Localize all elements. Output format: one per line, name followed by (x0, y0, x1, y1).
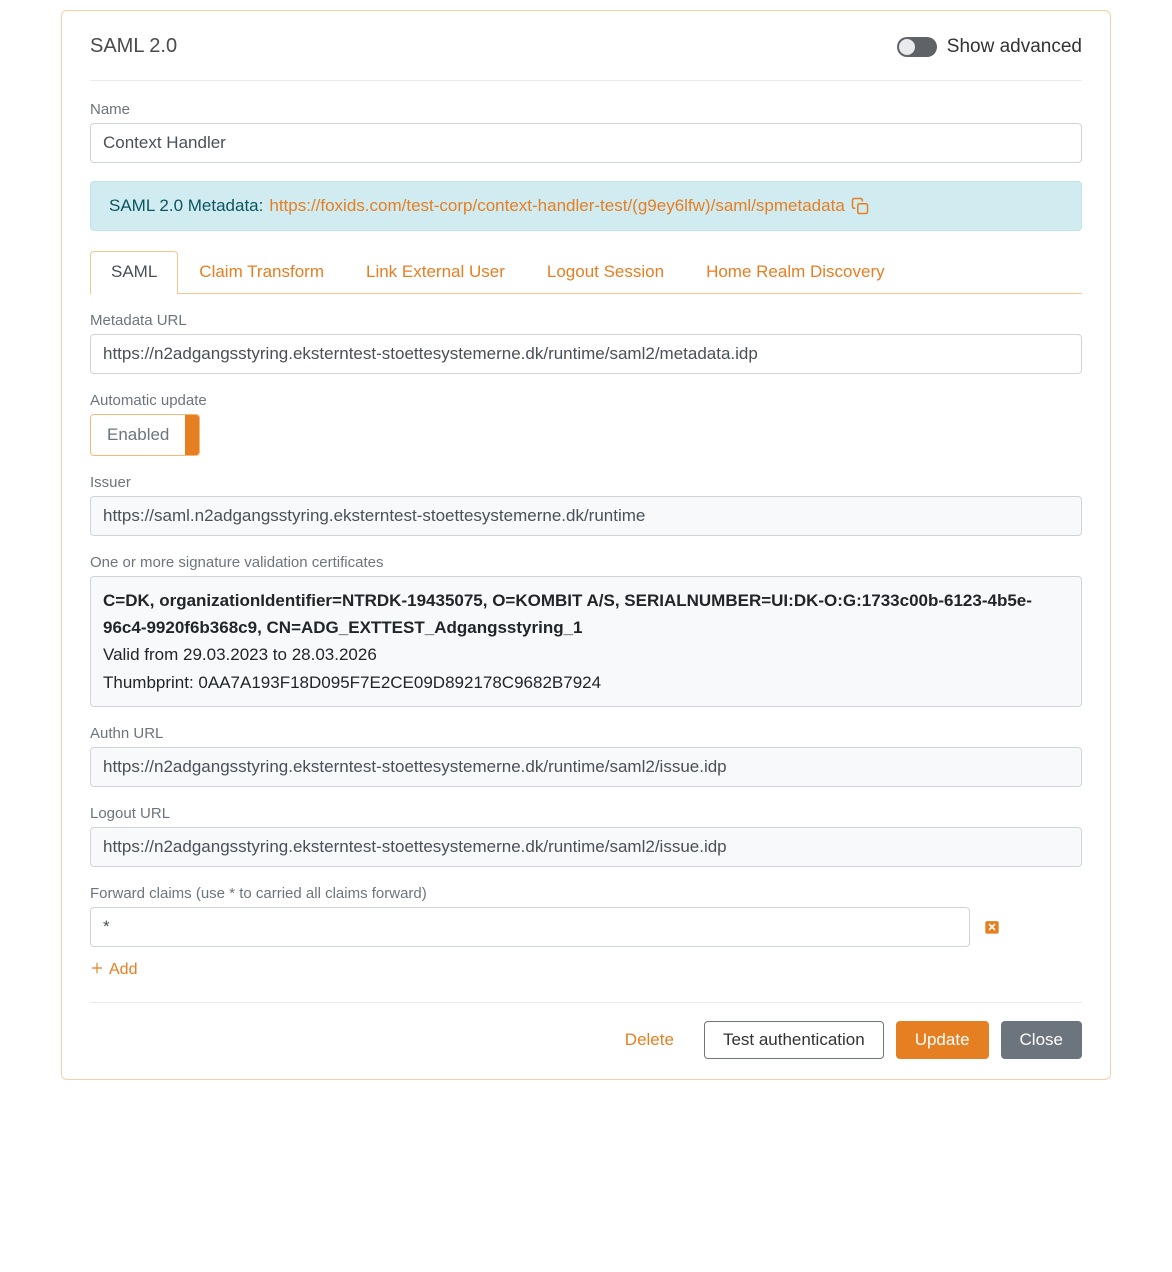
authn-url-label: Authn URL (90, 725, 1082, 742)
toggle-knob-icon (899, 39, 915, 55)
metadata-url-input[interactable] (90, 334, 1082, 374)
saml-config-panel: SAML 2.0 Show advanced Name SAML 2.0 Met… (61, 10, 1111, 1080)
panel-title: SAML 2.0 (90, 35, 177, 58)
certificate-thumbprint: Thumbprint: 0AA7A193F18D095F7E2CE09D8921… (103, 669, 1069, 696)
metadata-banner: SAML 2.0 Metadata: https://foxids.com/te… (90, 181, 1082, 231)
show-advanced-toggle[interactable] (897, 37, 937, 57)
toggle-bar-icon (185, 415, 199, 455)
remove-claim-icon[interactable] (982, 917, 1002, 937)
authn-url-value: https://n2adgangsstyring.eksterntest-sto… (90, 747, 1082, 787)
update-button[interactable]: Update (896, 1021, 989, 1059)
name-input[interactable] (90, 123, 1082, 163)
forward-claims-label: Forward claims (use * to carried all cla… (90, 885, 1082, 902)
name-label: Name (90, 101, 1082, 118)
panel-header: SAML 2.0 Show advanced (90, 35, 1082, 81)
logout-url-label: Logout URL (90, 805, 1082, 822)
logout-url-group: Logout URL https://n2adgangsstyring.ekst… (90, 805, 1082, 867)
footer-actions: Delete Test authentication Update Close (90, 1002, 1082, 1059)
metadata-banner-link[interactable]: https://foxids.com/test-corp/context-han… (269, 196, 844, 216)
tab-logout-session[interactable]: Logout Session (526, 251, 685, 294)
test-authentication-button[interactable]: Test authentication (704, 1021, 884, 1059)
certificate-item[interactable]: C=DK, organizationIdentifier=NTRDK-19435… (90, 576, 1082, 707)
certificates-group: One or more signature validation certifi… (90, 554, 1082, 707)
auto-update-value: Enabled (91, 415, 185, 455)
metadata-url-group: Metadata URL (90, 312, 1082, 374)
tab-home-realm-discovery[interactable]: Home Realm Discovery (685, 251, 906, 294)
issuer-value: https://saml.n2adgangsstyring.eksterntes… (90, 496, 1082, 536)
tab-claim-transform[interactable]: Claim Transform (178, 251, 345, 294)
certificate-validity: Valid from 29.03.2023 to 28.03.2026 (103, 641, 1069, 668)
add-claim-label: Add (109, 961, 137, 979)
forward-claims-row (90, 907, 1082, 947)
forward-claims-group: Forward claims (use * to carried all cla… (90, 885, 1082, 947)
show-advanced-label: Show advanced (947, 36, 1082, 58)
delete-button[interactable]: Delete (607, 1022, 692, 1058)
tab-bar: SAML Claim Transform Link External User … (90, 251, 1082, 294)
issuer-group: Issuer https://saml.n2adgangsstyring.eks… (90, 474, 1082, 536)
auto-update-label: Automatic update (90, 392, 1082, 409)
logout-url-value: https://n2adgangsstyring.eksterntest-sto… (90, 827, 1082, 867)
certificates-label: One or more signature validation certifi… (90, 554, 1082, 571)
auto-update-toggle[interactable]: Enabled (90, 414, 200, 456)
forward-claims-input[interactable] (90, 907, 970, 947)
close-button[interactable]: Close (1001, 1021, 1082, 1059)
issuer-label: Issuer (90, 474, 1082, 491)
copy-metadata-icon[interactable] (851, 197, 869, 215)
metadata-url-label: Metadata URL (90, 312, 1082, 329)
auto-update-group: Automatic update Enabled (90, 392, 1082, 456)
tab-link-external-user[interactable]: Link External User (345, 251, 526, 294)
certificate-subject: C=DK, organizationIdentifier=NTRDK-19435… (103, 587, 1069, 641)
advanced-toggle-wrap: Show advanced (897, 36, 1082, 58)
metadata-banner-label: SAML 2.0 Metadata: (109, 196, 263, 216)
add-claim-button[interactable]: Add (90, 961, 137, 980)
authn-url-group: Authn URL https://n2adgangsstyring.ekste… (90, 725, 1082, 787)
tab-saml[interactable]: SAML (90, 251, 178, 294)
plus-icon (90, 961, 104, 980)
name-group: Name (90, 101, 1082, 163)
